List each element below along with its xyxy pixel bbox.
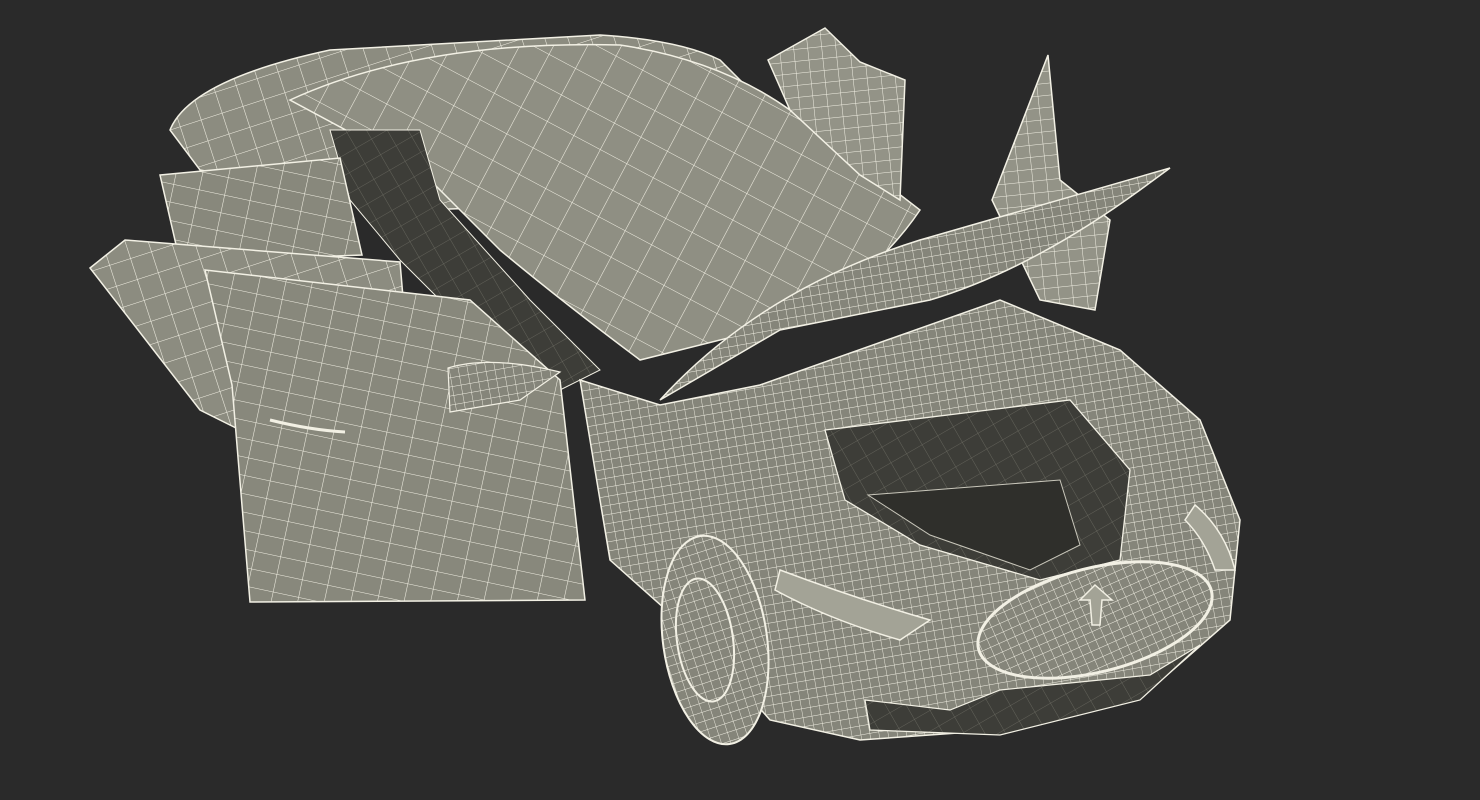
- render-viewport: [0, 0, 1480, 800]
- car-wireframe-render: [88, 27, 1241, 746]
- right-front-door: [991, 54, 1111, 311]
